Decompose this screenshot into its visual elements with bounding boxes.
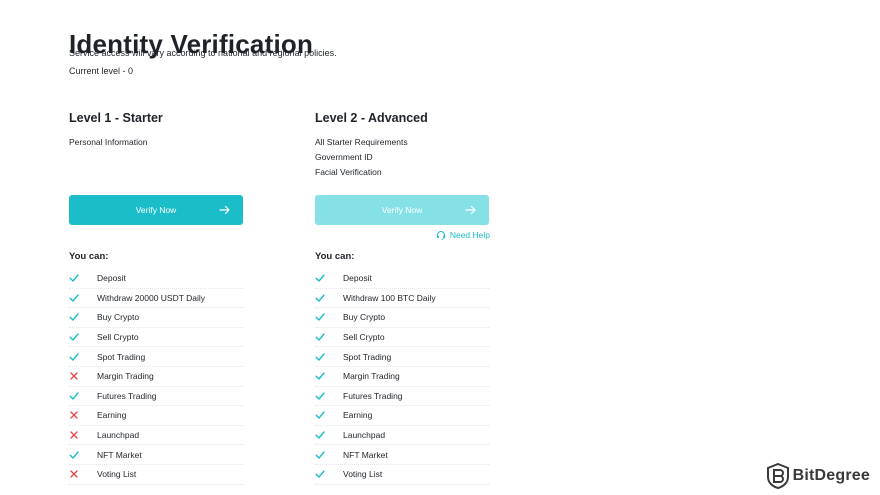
permission-item: Voting List xyxy=(69,465,243,485)
permission-item: Futures Trading xyxy=(315,387,489,407)
check-icon xyxy=(315,333,325,341)
permission-label: Buy Crypto xyxy=(97,312,140,323)
check-icon xyxy=(315,470,325,478)
permissions-list: Deposit Withdraw 100 BTC Daily Buy Crypto S… xyxy=(315,269,489,485)
verify-now-label: Verify Now xyxy=(135,205,177,215)
headset-icon xyxy=(436,231,445,240)
page-subtitle: Service access will vary according to na… xyxy=(69,48,337,58)
permission-item: Sell Crypto xyxy=(69,328,243,348)
permission-item: Launchpad xyxy=(69,426,243,446)
permission-item: Buy Crypto xyxy=(69,308,243,328)
check-icon xyxy=(69,450,79,459)
permission-label: Sell Crypto xyxy=(97,332,139,343)
permissions-list: Deposit Withdraw 20000 USDT Daily Buy Cryp… xyxy=(69,269,243,485)
check-icon xyxy=(69,352,79,361)
verify-now-button-disabled[interactable]: Verify Now xyxy=(315,195,489,225)
permission-item: Margin Trading xyxy=(69,367,243,387)
permission-item: Spot Trading xyxy=(69,347,243,367)
permission-label: Voting List xyxy=(97,469,137,480)
check-icon xyxy=(69,294,79,302)
level-2-card: Level 2 - Advanced All Starter Requireme… xyxy=(315,111,490,485)
permission-label: Spot Trading xyxy=(343,351,392,362)
check-icon xyxy=(315,313,325,322)
you-can-heading: You can: xyxy=(315,251,355,262)
permission-label: Deposit xyxy=(97,273,126,284)
requirement-item: Government ID xyxy=(315,152,373,162)
permission-label: Launchpad xyxy=(343,430,386,441)
requirements-list: All Starter Requirements Government ID F… xyxy=(315,137,408,182)
permission-item: NFT Market xyxy=(315,445,489,465)
level-title: Level 1 - Starter xyxy=(69,111,163,125)
permission-label: Earning xyxy=(343,410,373,421)
permission-label: Withdraw 100 BTC Daily xyxy=(343,292,436,303)
arrow-right-icon xyxy=(219,205,230,215)
need-help-link[interactable]: Need Help xyxy=(436,230,490,240)
permission-label: Margin Trading xyxy=(343,371,400,382)
permission-label: Futures Trading xyxy=(97,390,157,401)
permission-label: Futures Trading xyxy=(343,390,403,401)
check-icon xyxy=(315,450,325,459)
verify-now-button[interactable]: Verify Now xyxy=(69,195,243,225)
check-icon xyxy=(69,392,79,400)
permission-label: Sell Crypto xyxy=(343,332,385,343)
permission-item: Deposit xyxy=(315,269,489,289)
arrow-right-icon xyxy=(465,205,476,215)
permission-item: Margin Trading xyxy=(315,367,489,387)
check-icon xyxy=(315,411,325,420)
permission-label: Spot Trading xyxy=(97,351,146,362)
permission-item: Withdraw 100 BTC Daily xyxy=(315,289,489,309)
verify-now-label: Verify Now xyxy=(381,205,423,215)
permission-item: Sell Crypto xyxy=(315,328,489,348)
permission-item: Futures Trading xyxy=(69,387,243,407)
requirement-item: All Starter Requirements xyxy=(315,137,408,147)
level-1-card: Level 1 - Starter Personal Information V… xyxy=(69,111,244,485)
check-icon xyxy=(69,274,79,282)
permission-item: Deposit xyxy=(69,269,243,289)
permission-item: Earning xyxy=(69,406,243,426)
check-icon xyxy=(69,333,79,341)
bitdegree-logo-icon xyxy=(766,463,789,489)
permission-label: Voting List xyxy=(343,469,383,480)
permission-item: Buy Crypto xyxy=(315,308,489,328)
permission-item: Earning xyxy=(315,406,489,426)
permission-item: Launchpad xyxy=(315,426,489,446)
cross-icon xyxy=(70,411,78,420)
permission-item: Withdraw 20000 USDT Daily xyxy=(69,289,243,309)
permission-label: Earning xyxy=(97,410,127,421)
requirement-item: Personal Information xyxy=(69,137,148,147)
need-help-label: Need Help xyxy=(449,230,490,240)
cross-icon xyxy=(70,431,78,439)
check-icon xyxy=(315,372,325,380)
permission-label: NFT Market xyxy=(343,449,388,460)
requirement-item: Facial Verification xyxy=(315,167,382,177)
permission-label: NFT Market xyxy=(97,449,142,460)
permission-label: Launchpad xyxy=(97,430,140,441)
permission-label: Buy Crypto xyxy=(343,312,386,323)
permission-label: Deposit xyxy=(343,273,372,284)
check-icon xyxy=(315,431,325,439)
cross-icon xyxy=(70,470,78,478)
check-icon xyxy=(315,392,325,400)
check-icon xyxy=(69,313,79,322)
permission-label: Margin Trading xyxy=(97,371,154,382)
permission-item: Voting List xyxy=(315,465,489,485)
bitdegree-logo-text: BitDegree xyxy=(792,467,870,484)
level-title: Level 2 - Advanced xyxy=(315,111,428,125)
you-can-heading: You can: xyxy=(69,251,109,262)
check-icon xyxy=(315,294,325,302)
current-level: Current level - 0 xyxy=(69,66,134,76)
permission-item: Spot Trading xyxy=(315,347,489,367)
cross-icon xyxy=(70,372,78,380)
permission-label: Withdraw 20000 USDT Daily xyxy=(97,292,206,303)
check-icon xyxy=(315,274,325,282)
permission-item: NFT Market xyxy=(69,445,243,465)
check-icon xyxy=(315,352,325,361)
bitdegree-watermark: BitDegree xyxy=(766,463,870,489)
requirements-list: Personal Information xyxy=(69,137,147,152)
